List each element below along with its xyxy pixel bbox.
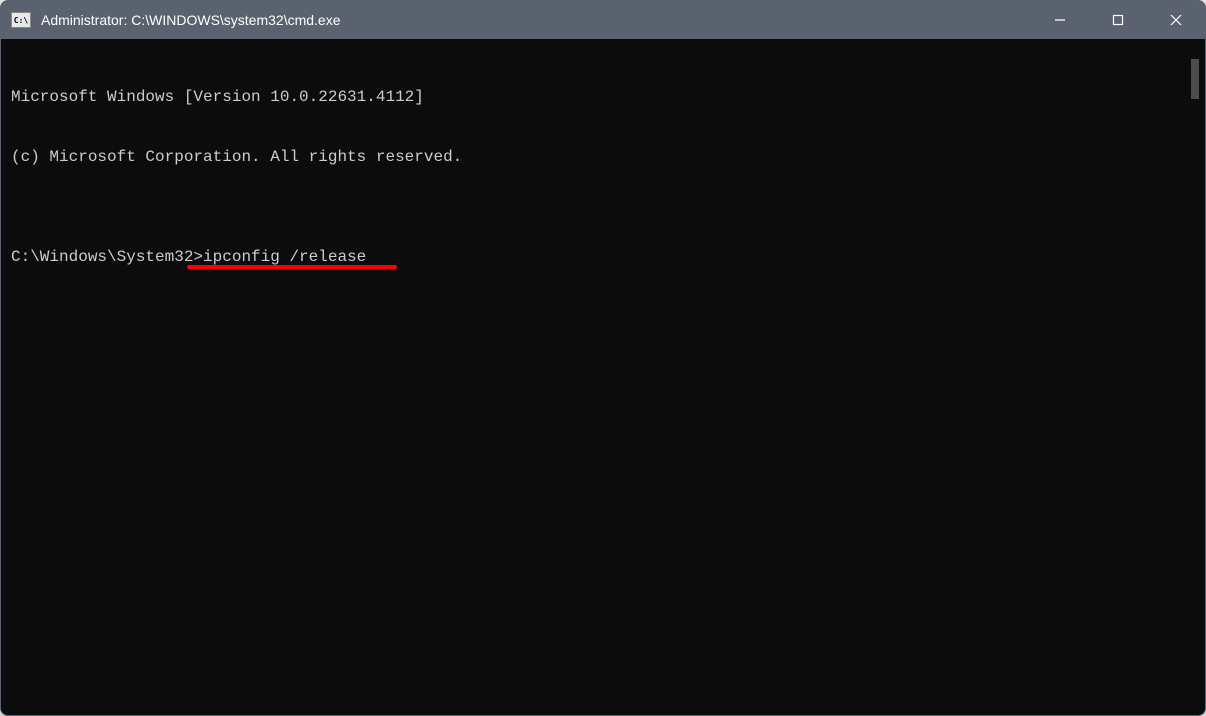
minimize-icon: [1054, 14, 1066, 26]
annotation-underline: [187, 265, 397, 269]
close-button[interactable]: [1147, 1, 1205, 39]
close-icon: [1170, 14, 1182, 26]
maximize-icon: [1112, 14, 1124, 26]
terminal-prompt: C:\Windows\System32>: [11, 247, 203, 267]
terminal-line-version: Microsoft Windows [Version 10.0.22631.41…: [11, 87, 1195, 107]
cmd-icon: C:\: [11, 12, 31, 28]
cmd-icon-label: C:\: [14, 16, 28, 25]
terminal-command: ipconfig /release: [203, 247, 366, 267]
scrollbar-thumb[interactable]: [1191, 59, 1199, 99]
terminal-content: Microsoft Windows [Version 10.0.22631.41…: [11, 47, 1195, 307]
cmd-window: C:\ Administrator: C:\WINDOWS\system32\c…: [0, 0, 1206, 716]
terminal-line-copyright: (c) Microsoft Corporation. All rights re…: [11, 147, 1195, 167]
scrollbar[interactable]: [1187, 39, 1203, 715]
minimize-button[interactable]: [1031, 1, 1089, 39]
window-controls: [1031, 1, 1205, 39]
terminal-prompt-line: C:\Windows\System32>ipconfig /release: [11, 247, 1195, 267]
terminal-body[interactable]: Microsoft Windows [Version 10.0.22631.41…: [1, 39, 1205, 715]
window-title: Administrator: C:\WINDOWS\system32\cmd.e…: [41, 12, 1031, 28]
titlebar[interactable]: C:\ Administrator: C:\WINDOWS\system32\c…: [1, 1, 1205, 39]
maximize-button[interactable]: [1089, 1, 1147, 39]
